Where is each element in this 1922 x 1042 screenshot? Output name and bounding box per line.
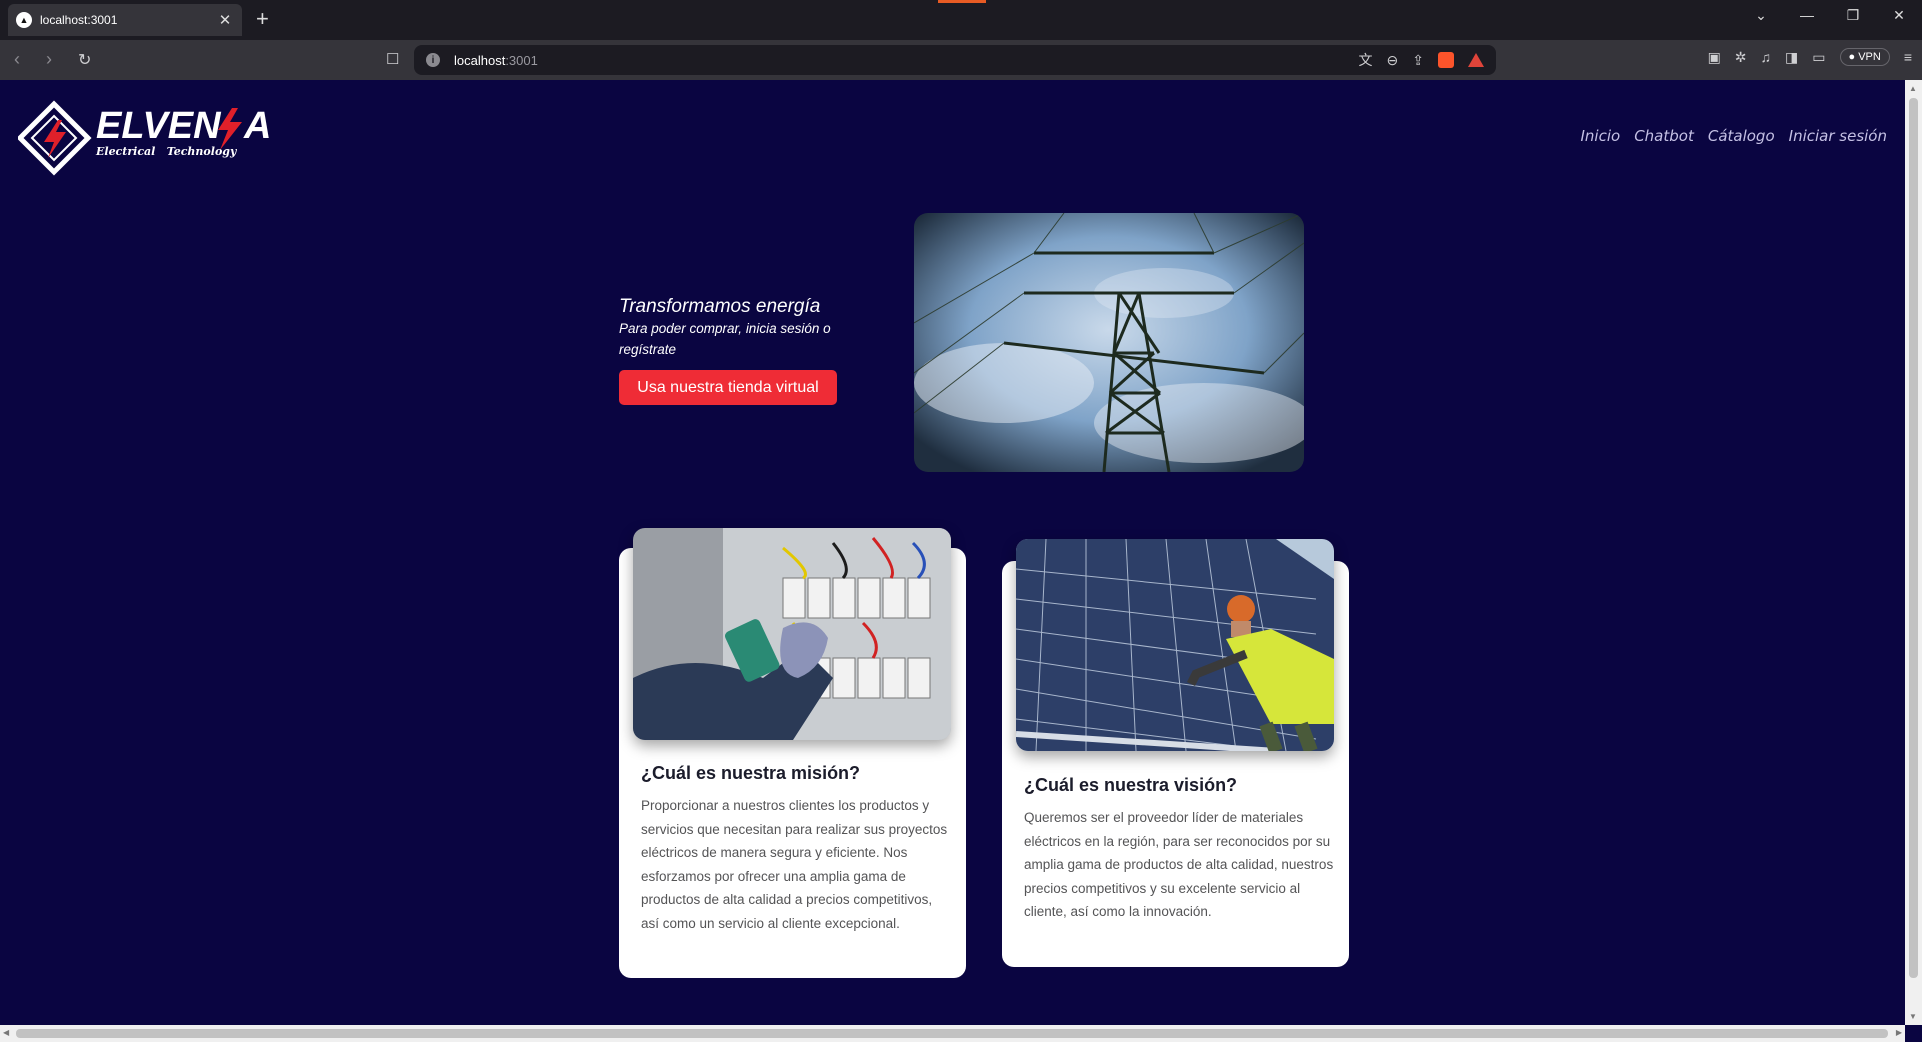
browser-tab[interactable]: ▲ localhost:3001 ✕ <box>8 4 242 36</box>
new-tab-icon[interactable]: + <box>256 6 269 32</box>
url-port: :3001 <box>505 52 538 68</box>
brave-shields-icon[interactable] <box>1438 52 1454 68</box>
electrician-image <box>633 528 951 740</box>
scroll-up-icon[interactable]: ▲ <box>1909 84 1917 93</box>
vertical-scrollbar[interactable]: ▲ ▼ <box>1905 80 1922 1025</box>
forward-icon[interactable]: › <box>46 49 52 70</box>
vpn-button[interactable]: ● VPN <box>1839 48 1890 66</box>
share-icon[interactable]: ⇪ <box>1412 52 1424 69</box>
tab-close-icon[interactable]: ✕ <box>216 11 234 29</box>
toolbar-right-tools: ▣ ✲ ♫ ◨ ▭ ● VPN ≡ <box>1708 48 1912 66</box>
nav-catalogo[interactable]: Cátalogo <box>1708 127 1775 145</box>
vpn-label: VPN <box>1858 51 1881 63</box>
wallet-icon[interactable]: ▭ <box>1812 49 1825 66</box>
scroll-right-icon[interactable]: ▶ <box>1896 1028 1902 1037</box>
media-icon[interactable]: ♫ <box>1761 49 1772 65</box>
svg-text:Electrical Technology: Electrical Technology <box>95 145 238 158</box>
hero-title: Transformamos energía <box>619 296 821 317</box>
minimize-icon[interactable]: — <box>1784 0 1830 30</box>
translate-icon[interactable]: 文 <box>1359 50 1373 70</box>
browser-tabbar: ▲ localhost:3001 ✕ + ⌄ — ❐ ✕ <box>0 0 1922 40</box>
page: ELVEN A Electrical Technology Inicio Cha… <box>0 80 1905 1025</box>
tabbar-accent <box>938 0 986 3</box>
nav-inicio[interactable]: Inicio <box>1581 127 1621 145</box>
scroll-left-icon[interactable]: ◀ <box>3 1028 9 1037</box>
mission-title: ¿Cuál es nuestra misión? <box>641 763 861 783</box>
vertical-scroll-thumb[interactable] <box>1909 98 1918 978</box>
zoom-icon[interactable]: ⊖ <box>1387 52 1399 69</box>
horizontal-scrollbar[interactable]: ◀ ▶ <box>0 1025 1905 1042</box>
menu-icon[interactable]: ≡ <box>1904 49 1912 65</box>
site-logo[interactable]: ELVEN A Electrical Technology <box>16 100 288 180</box>
bookmark-icon[interactable]: ☐ <box>386 50 399 68</box>
solar-panel-image <box>1016 539 1334 751</box>
window-controls: ⌄ — ❐ ✕ <box>1738 0 1922 30</box>
tab-favicon-icon: ▲ <box>16 12 32 28</box>
vision-title: ¿Cuál es nuestra visión? <box>1024 775 1238 795</box>
scroll-down-icon[interactable]: ▼ <box>1909 1012 1917 1021</box>
hero-text: Transformamos energía Para poder comprar… <box>619 296 879 360</box>
tab-search-icon[interactable]: ⌄ <box>1738 0 1784 30</box>
back-icon[interactable]: ‹ <box>14 49 20 70</box>
tab-title: localhost:3001 <box>40 13 118 27</box>
svg-text:A: A <box>243 105 271 147</box>
url-host: localhost <box>454 52 506 68</box>
mission-text: Proporcionar a nuestros clientes los pro… <box>641 798 948 931</box>
main-nav: Inicio Chatbot Cátalogo Iniciar sesión <box>1581 127 1888 145</box>
screenshot-icon[interactable]: ▣ <box>1708 49 1721 66</box>
restore-icon[interactable]: ❐ <box>1830 0 1876 30</box>
brave-rewards-icon[interactable] <box>1468 53 1484 67</box>
horizontal-scroll-thumb[interactable] <box>16 1029 1888 1038</box>
virtual-store-button[interactable]: Usa nuestra tienda virtual <box>619 370 837 405</box>
reload-icon[interactable]: ↻ <box>78 50 91 70</box>
logo-graphic: ELVEN A Electrical Technology <box>16 100 271 176</box>
address-bar[interactable]: i localhost:3001 文 ⊖ ⇪ <box>414 45 1496 75</box>
nav-chatbot[interactable]: Chatbot <box>1634 127 1694 145</box>
svg-text:ELVEN: ELVEN <box>96 105 222 147</box>
extensions-icon[interactable]: ✲ <box>1735 49 1747 66</box>
power-tower-image <box>914 213 1304 472</box>
vision-text: Queremos ser el proveedor líder de mater… <box>1024 810 1334 919</box>
site-info-icon[interactable]: i <box>426 53 440 67</box>
nav-iniciar-sesion[interactable]: Iniciar sesión <box>1789 127 1887 145</box>
sidebar-icon[interactable]: ◨ <box>1785 49 1798 66</box>
close-window-icon[interactable]: ✕ <box>1876 0 1922 30</box>
hero-subtitle: Para poder comprar, inicia sesión o regí… <box>619 321 831 357</box>
